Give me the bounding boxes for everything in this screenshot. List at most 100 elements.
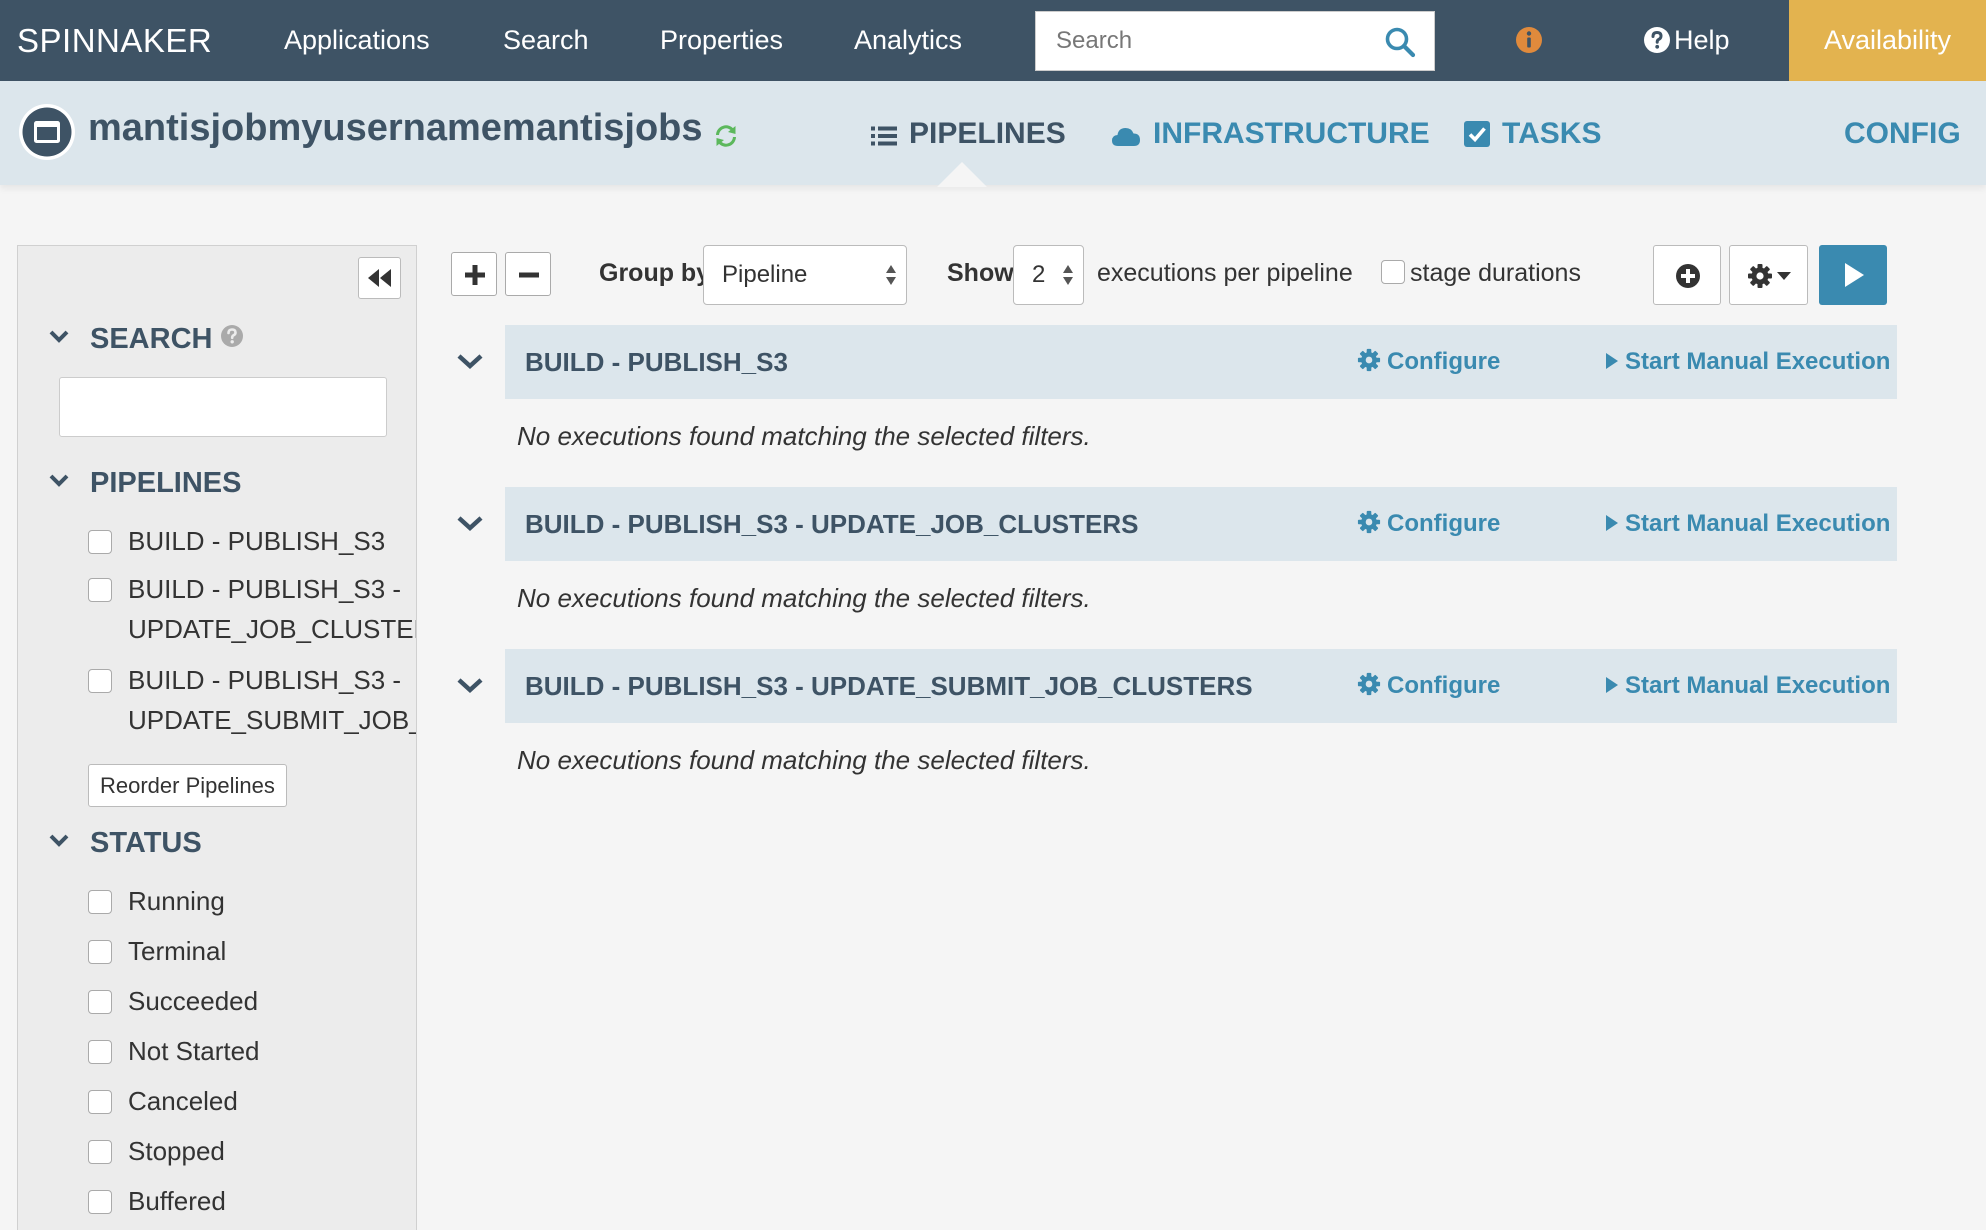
pipeline-group-title: BUILD - PUBLISH_S3 - UPDATE_JOB_CLUSTERS [525, 509, 1139, 539]
status-filter-label: Running [128, 886, 225, 916]
status-filter-buffered[interactable]: Buffered [88, 1181, 226, 1221]
no-executions-message: No executions found matching the selecte… [517, 421, 1091, 451]
help-link[interactable]: Help [1643, 0, 1730, 81]
executions-count-select[interactable]: 2 [1013, 245, 1084, 305]
pipeline-group-header[interactable]: BUILD - PUBLISH_S3 Configure Start Manua… [505, 325, 1897, 399]
status-filter-not-started[interactable]: Not Started [88, 1031, 260, 1071]
checkbox[interactable] [88, 990, 112, 1014]
configure-link[interactable]: Configure [1357, 325, 1500, 399]
checkbox[interactable] [88, 1040, 112, 1064]
checkbox[interactable] [88, 669, 112, 693]
application-header: mantisjobmyusernamemantisjobs PIPELINES … [0, 81, 1986, 185]
play-icon [1606, 677, 1618, 693]
checkbox[interactable] [88, 1090, 112, 1114]
status-filter-label: Buffered [128, 1186, 226, 1216]
checkbox[interactable] [88, 1190, 112, 1214]
search-section-heading: SEARCH [90, 323, 213, 355]
group-by-label: Group by [599, 259, 711, 287]
pipeline-filter-label-line2: UPDATE_SUBMIT_JOB_C [128, 705, 417, 735]
nav-link-search[interactable]: Search [503, 0, 589, 81]
pipelines-section-toggle[interactable]: PIPELINES [48, 467, 242, 500]
start-manual-execution-link[interactable]: Start Manual Execution [1605, 649, 1890, 723]
status-filter-running[interactable]: Running [88, 881, 225, 921]
collapse-sidebar-button[interactable] [358, 257, 401, 299]
status-filter-label: Succeeded [128, 986, 259, 1016]
filter-sidebar: SEARCH PIPELINES BUILD - PUBLISH_S3 BUIL… [17, 245, 417, 1230]
list-icon [871, 126, 897, 146]
refresh-icon[interactable] [713, 123, 739, 149]
nav-link-applications[interactable]: Applications [284, 0, 430, 81]
stage-durations-checkbox[interactable] [1381, 260, 1405, 284]
show-label: Show [947, 259, 1014, 287]
create-pipeline-button[interactable] [1653, 245, 1721, 305]
pipeline-group-header[interactable]: BUILD - PUBLISH_S3 - UPDATE_SUBMIT_JOB_C… [505, 649, 1897, 723]
chevron-down-icon[interactable] [456, 674, 484, 696]
gear-icon [1357, 672, 1381, 696]
nav-link-properties[interactable]: Properties [660, 0, 783, 81]
question-circle-icon[interactable] [220, 324, 244, 348]
gear-icon [1357, 510, 1381, 534]
no-executions-message: No executions found matching the selecte… [517, 583, 1091, 613]
tab-tasks[interactable]: TASKS [1464, 81, 1601, 185]
chevron-down-icon [49, 834, 69, 847]
pipeline-filter-checkbox[interactable]: BUILD - PUBLISH_S3 - UPDATE_SUBMIT_JOB_C [88, 660, 417, 740]
checkbox[interactable] [88, 890, 112, 914]
tab-config[interactable]: CONFIG [1844, 81, 1961, 185]
info-icon[interactable] [1515, 26, 1543, 54]
availability-button[interactable]: Availability [1789, 0, 1986, 81]
play-icon [1606, 353, 1618, 369]
pipeline-group-title: BUILD - PUBLISH_S3 [525, 347, 788, 377]
checkbox[interactable] [88, 578, 112, 602]
global-search-input[interactable] [1036, 12, 1376, 70]
status-filter-terminal[interactable]: Terminal [88, 931, 226, 971]
configure-label: Configure [1387, 672, 1501, 699]
tab-tasks-label: TASKS [1502, 117, 1602, 150]
brand-logo[interactable]: SPINNAKER [17, 0, 212, 81]
search-icon[interactable] [1384, 26, 1416, 58]
configure-label: Configure [1387, 348, 1501, 375]
configure-link[interactable]: Configure [1357, 487, 1500, 561]
start-manual-execution-label: Start Manual Execution [1625, 510, 1891, 537]
stage-durations-label[interactable]: stage durations [1410, 256, 1581, 290]
sidebar-search-input[interactable] [59, 377, 387, 437]
pipeline-group-title: BUILD - PUBLISH_S3 - UPDATE_SUBMIT_JOB_C… [525, 671, 1253, 701]
pipeline-group-header[interactable]: BUILD - PUBLISH_S3 - UPDATE_JOB_CLUSTERS… [505, 487, 1897, 561]
nav-link-analytics[interactable]: Analytics [854, 0, 962, 81]
status-filter-canceled[interactable]: Canceled [88, 1081, 238, 1121]
no-executions-message: No executions found matching the selecte… [517, 745, 1091, 775]
configure-link[interactable]: Configure [1357, 649, 1500, 723]
gear-icon [1748, 264, 1772, 288]
status-filter-label: Terminal [128, 936, 227, 966]
tab-infrastructure[interactable]: INFRASTRUCTURE [1111, 81, 1430, 185]
collapse-all-button[interactable] [505, 252, 551, 296]
help-label: Help [1674, 25, 1730, 55]
pipeline-filter-checkbox[interactable]: BUILD - PUBLISH_S3 - UPDATE_JOB_CLUSTERS [88, 569, 416, 649]
reorder-pipelines-button[interactable]: Reorder Pipelines [88, 764, 287, 807]
app-icon [19, 104, 75, 160]
checkbox[interactable] [88, 940, 112, 964]
search-section-toggle[interactable]: SEARCH [48, 323, 244, 356]
checkbox[interactable] [88, 1140, 112, 1164]
chevron-down-icon[interactable] [456, 350, 484, 372]
pipeline-actions-dropdown[interactable] [1729, 245, 1808, 305]
minus-icon [519, 272, 539, 278]
start-manual-execution-link[interactable]: Start Manual Execution [1605, 487, 1890, 561]
status-filter-stopped[interactable]: Stopped [88, 1131, 225, 1171]
start-manual-execution-link[interactable]: Start Manual Execution [1605, 325, 1890, 399]
chevron-down-icon [49, 330, 69, 343]
pipeline-filter-checkbox[interactable]: BUILD - PUBLISH_S3 [88, 521, 385, 561]
checkbox[interactable] [88, 530, 112, 554]
play-icon [1606, 515, 1618, 531]
start-execution-button[interactable] [1819, 245, 1887, 305]
expand-all-button[interactable] [451, 252, 497, 296]
double-chevron-left-icon [368, 269, 391, 287]
status-filter-succeeded[interactable]: Succeeded [88, 981, 258, 1021]
plus-icon [465, 265, 485, 285]
tab-config-label: CONFIG [1844, 117, 1961, 150]
group-by-select[interactable]: Pipeline [703, 245, 907, 305]
start-manual-execution-label: Start Manual Execution [1625, 348, 1891, 375]
global-search-box [1035, 11, 1435, 71]
pipeline-filter-label: BUILD - PUBLISH_S3 - UPDATE_JOB_CLUSTERS [128, 569, 416, 649]
status-section-toggle[interactable]: STATUS [48, 827, 202, 860]
chevron-down-icon[interactable] [456, 512, 484, 534]
